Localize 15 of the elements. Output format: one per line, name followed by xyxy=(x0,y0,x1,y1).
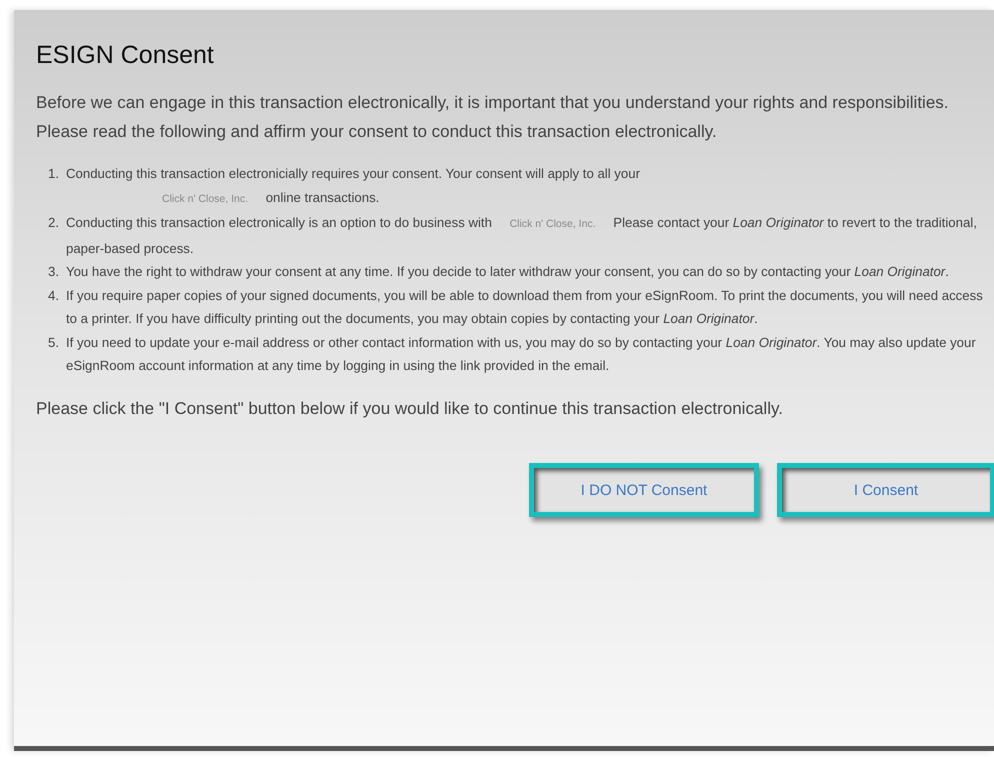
list-number: 2. xyxy=(47,214,60,232)
list-number: 5. xyxy=(47,334,60,352)
list-item-text: You have the right to withdraw your consent at any time. If you decide to later withdraw your consent, you can do so by contacting your Loan Originator. xyxy=(66,263,950,281)
closing-text: Please click the "I Consent" button below if you would like to continue this transaction electronically. xyxy=(36,398,784,420)
intro-text: Before we can engage in this transaction electronically, it is important that you understand your rights and responsibilities. Please read the following and affirm your consent to conduct this transaction electronically. xyxy=(36,92,950,143)
list-item-text: Conducting this transaction electronicially requires your consent. Your consent will apply to all your Click n' Close, Inc. online transactions. xyxy=(66,165,641,206)
consent-button[interactable]: I Consent xyxy=(777,462,994,517)
list-item-text: If you need to update your e-mail address or other contact information with us, you may do so by contacting your Loan Originator. You may also update your eSignRoom account information at any time by logging in using the link provided in the email. xyxy=(66,334,977,375)
list-item-text: If you require paper copies of your signed documents, you will be able to download them from your eSignRoom. To print the documents, you will need access to a printer. If you have difficulty printing out the documents, you may obtain copies by contacting your Loan Originator. xyxy=(66,286,984,328)
list-number: 3. xyxy=(47,263,60,281)
list-number: 4. xyxy=(47,286,60,304)
list-number: 1. xyxy=(47,165,60,183)
consent-button[interactable]: I DO NOT Consent xyxy=(529,462,759,517)
list-item-text: Conducting this transaction electronically is an option to do business with Click n' Close, Inc. Please contact your Loan Originator to revert to the traditional, paper-based process. xyxy=(66,214,978,258)
dialog-title: ESIGN Consent xyxy=(36,40,215,70)
